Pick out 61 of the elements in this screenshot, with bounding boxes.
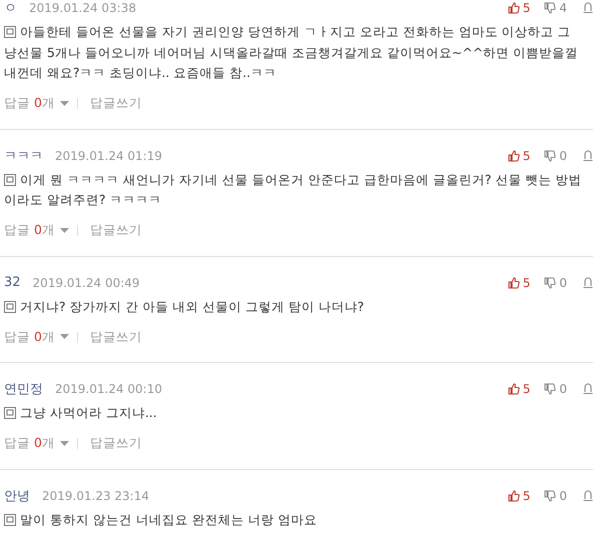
memo-icon bbox=[4, 407, 16, 419]
author-name[interactable]: 32 bbox=[4, 275, 21, 290]
write-reply-link[interactable]: 답글쓰기 bbox=[90, 328, 142, 346]
dislike-count: 0 bbox=[559, 382, 567, 396]
caret-icon[interactable] bbox=[60, 100, 69, 106]
like-count: 5 bbox=[522, 488, 530, 502]
thumbs-up-icon[interactable] bbox=[508, 490, 520, 502]
reply-count[interactable]: 0개 bbox=[34, 95, 55, 112]
comment-date: 2019.01.24 03:38 bbox=[29, 1, 136, 15]
thumbs-down-icon[interactable] bbox=[544, 150, 556, 162]
thumbs-up-icon[interactable] bbox=[508, 2, 520, 14]
comment-text: 아들한테 들어온 선물을 자기 권리인양 당연하게 ㄱㅏ지고 오라고 전화하는 엄마도 이상하고 그냥선물 5개나 들어오니까 네어머님 시댁올라갈때 조금챙겨갈게요 같이먹어요~^^하면 이쁨받을껄 내껀데 왜요?ㅋㅋ 초딩이냐.. 요즘애들 참..ㅋㅋ bbox=[4, 23, 580, 82]
reply-label[interactable]: 답글 bbox=[4, 95, 30, 112]
reply-label[interactable]: 답글 bbox=[4, 328, 30, 346]
author-name[interactable]: ㅋㅋㅋ bbox=[4, 146, 43, 164]
reply-label[interactable]: 답글 bbox=[4, 222, 30, 239]
comment-text: 이게 뭔 ㅋㅋㅋㅋ 새언니가 자기네 선물 들어온거 안준다고 급한마음에 글올린거? 선물 뺏는 방법이라도 알려주련? ㅋㅋㅋㅋ bbox=[4, 170, 582, 209]
author-name[interactable]: 안녕 bbox=[4, 486, 30, 504]
write-reply-link[interactable]: 답글쓰기 bbox=[90, 435, 142, 452]
thumbs-down-icon[interactable] bbox=[544, 383, 556, 395]
caret-icon[interactable] bbox=[60, 334, 69, 340]
reply-count[interactable]: 0개 bbox=[34, 328, 55, 346]
caret-icon[interactable] bbox=[60, 228, 69, 234]
comment-date: 2019.01.24 00:10 bbox=[55, 382, 162, 396]
thumbs-down-icon[interactable] bbox=[544, 2, 556, 14]
memo-icon bbox=[4, 514, 16, 526]
comment-date: 2019.01.24 01:19 bbox=[55, 148, 162, 162]
write-reply-link[interactable]: 답글쓰기 bbox=[90, 95, 142, 112]
like-count: 5 bbox=[522, 276, 530, 290]
like-count: 5 bbox=[522, 1, 530, 15]
author-name[interactable]: 연민정 bbox=[4, 380, 43, 398]
comment-text: 거지냐? 장가까지 간 아들 내외 선물이 그렇게 탐이 나더냐? bbox=[4, 296, 593, 317]
bell-icon[interactable] bbox=[583, 383, 593, 395]
like-count: 5 bbox=[522, 148, 530, 162]
bell-icon[interactable] bbox=[583, 150, 593, 162]
thumbs-down-icon[interactable] bbox=[544, 490, 556, 502]
reply-count[interactable]: 0개 bbox=[34, 435, 55, 452]
reply-label[interactable]: 답글 bbox=[4, 435, 30, 452]
comment-text: 그냥 사먹어라 그지냐... bbox=[4, 403, 593, 424]
memo-icon bbox=[4, 26, 16, 38]
write-reply-link[interactable]: 답글쓰기 bbox=[90, 222, 142, 239]
like-count: 5 bbox=[522, 382, 530, 396]
thumbs-down-icon[interactable] bbox=[544, 276, 556, 288]
author-name[interactable]: ㅇ bbox=[4, 0, 17, 17]
caret-icon[interactable] bbox=[60, 440, 69, 446]
comment-text: 말이 통하지 않는건 너네집요 완전체는 너랑 엄마요 bbox=[4, 510, 593, 530]
thumbs-up-icon[interactable] bbox=[508, 150, 520, 162]
bell-icon[interactable] bbox=[583, 276, 593, 288]
comment-date: 2019.01.23 23:14 bbox=[42, 488, 150, 502]
dislike-count: 0 bbox=[559, 276, 567, 290]
memo-icon bbox=[4, 174, 16, 186]
bell-icon[interactable] bbox=[583, 2, 593, 14]
reply-count[interactable]: 0개 bbox=[34, 222, 55, 239]
comment-date: 2019.01.24 00:49 bbox=[32, 276, 140, 290]
memo-icon bbox=[4, 300, 16, 312]
dislike-count: 4 bbox=[559, 1, 567, 15]
dislike-count: 0 bbox=[559, 148, 567, 162]
thumbs-up-icon[interactable] bbox=[508, 276, 520, 288]
thumbs-up-icon[interactable] bbox=[508, 383, 520, 395]
bell-icon[interactable] bbox=[583, 490, 593, 502]
dislike-count: 0 bbox=[559, 488, 567, 502]
